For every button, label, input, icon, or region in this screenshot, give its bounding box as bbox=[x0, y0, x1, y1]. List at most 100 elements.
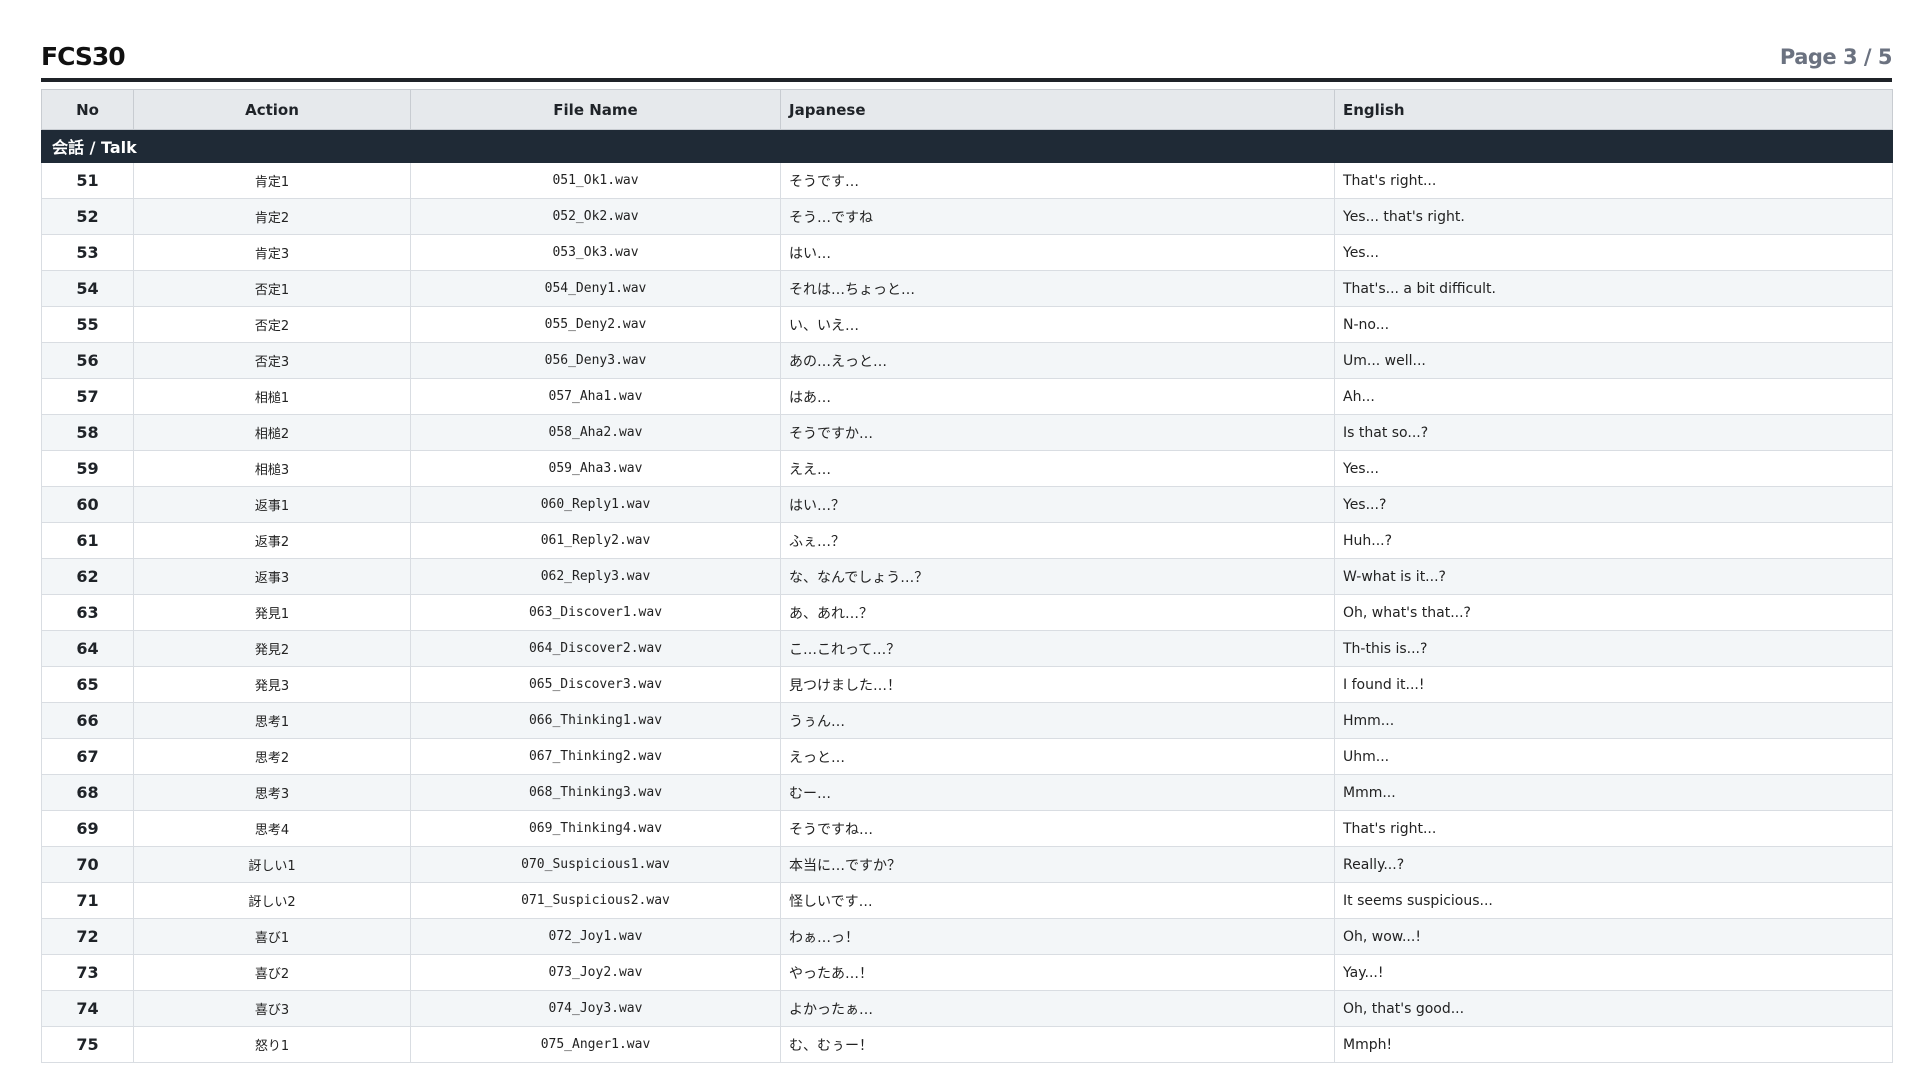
table-row: 66 思考1 066_Thinking1.wav うぅん… Hmm... bbox=[41, 702, 1893, 739]
cell-file-name: 055_Deny2.wav bbox=[410, 306, 781, 343]
cell-file-name: 058_Aha2.wav bbox=[410, 414, 781, 451]
table-row: 73 喜び2 073_Joy2.wav やったあ…！ Yay...! bbox=[41, 954, 1893, 991]
cell-english: Yes...? bbox=[1334, 486, 1893, 523]
cell-english: Yay...! bbox=[1334, 954, 1893, 991]
cell-japanese: 本当に…ですか？ bbox=[780, 846, 1335, 883]
cell-no: 53 bbox=[41, 234, 134, 271]
cell-file-name: 062_Reply3.wav bbox=[410, 558, 781, 595]
cell-file-name: 054_Deny1.wav bbox=[410, 270, 781, 307]
cell-action: 喜び2 bbox=[133, 954, 411, 991]
cell-no: 69 bbox=[41, 810, 134, 847]
cell-english: Uhm... bbox=[1334, 738, 1893, 775]
cell-english: Oh, wow...! bbox=[1334, 918, 1893, 955]
cell-japanese: うぅん… bbox=[780, 702, 1335, 739]
cell-action: 否定3 bbox=[133, 342, 411, 379]
cell-action: 喜び1 bbox=[133, 918, 411, 955]
cell-japanese: そうですね… bbox=[780, 810, 1335, 847]
page-number: Page 3 / 5 bbox=[1779, 45, 1893, 69]
cell-file-name: 074_Joy3.wav bbox=[410, 990, 781, 1027]
cell-japanese: い、いえ… bbox=[780, 306, 1335, 343]
table-row: 72 喜び1 072_Joy1.wav わぁ…っ！ Oh, wow...! bbox=[41, 918, 1893, 955]
cell-no: 54 bbox=[41, 270, 134, 307]
cell-action: 訝しい1 bbox=[133, 846, 411, 883]
cell-file-name: 063_Discover1.wav bbox=[410, 594, 781, 631]
cell-japanese: はい…？ bbox=[780, 486, 1335, 523]
cell-japanese: はい… bbox=[780, 234, 1335, 271]
cell-no: 74 bbox=[41, 990, 134, 1027]
cell-file-name: 073_Joy2.wav bbox=[410, 954, 781, 991]
cell-japanese: あの…えっと… bbox=[780, 342, 1335, 379]
cell-japanese: そう…ですね bbox=[780, 198, 1335, 235]
cell-japanese: よかったぁ… bbox=[780, 990, 1335, 1027]
cell-no: 67 bbox=[41, 738, 134, 775]
table-row: 59 相槌3 059_Aha3.wav ええ… Yes... bbox=[41, 450, 1893, 487]
cell-action: 返事3 bbox=[133, 558, 411, 595]
cell-no: 56 bbox=[41, 342, 134, 379]
cell-file-name: 070_Suspicious1.wav bbox=[410, 846, 781, 883]
column-header-action: Action bbox=[133, 89, 411, 130]
table-row: 74 喜び3 074_Joy3.wav よかったぁ… Oh, that's good..… bbox=[41, 990, 1893, 1027]
table-row: 64 発見2 064_Discover2.wav こ…これって…？ Th-this is… bbox=[41, 630, 1893, 667]
table-row: 56 否定3 056_Deny3.wav あの…えっと… Um... well... bbox=[41, 342, 1893, 379]
voice-list-table: No Action File Name Japanese English 会話 … bbox=[41, 89, 1893, 1063]
table-row: 71 訝しい2 071_Suspicious2.wav 怪しいです… It seems … bbox=[41, 882, 1893, 919]
column-header-file-name: File Name bbox=[410, 89, 781, 130]
cell-file-name: 056_Deny3.wav bbox=[410, 342, 781, 379]
cell-file-name: 060_Reply1.wav bbox=[410, 486, 781, 523]
table-row: 54 否定1 054_Deny1.wav それは…ちょっと… That's... a b… bbox=[41, 270, 1893, 307]
cell-japanese: む、むぅー！ bbox=[780, 1026, 1335, 1063]
cell-english: Really...? bbox=[1334, 846, 1893, 883]
cell-no: 64 bbox=[41, 630, 134, 667]
cell-action: 発見3 bbox=[133, 666, 411, 703]
section-label: 会話 / Talk bbox=[41, 129, 1893, 163]
cell-no: 72 bbox=[41, 918, 134, 955]
cell-english: Is that so...? bbox=[1334, 414, 1893, 451]
cell-no: 66 bbox=[41, 702, 134, 739]
table-row: 68 思考3 068_Thinking3.wav むー… Mmm... bbox=[41, 774, 1893, 811]
cell-action: 否定1 bbox=[133, 270, 411, 307]
cell-japanese: わぁ…っ！ bbox=[780, 918, 1335, 955]
cell-action: 思考2 bbox=[133, 738, 411, 775]
cell-japanese: あ、あれ…？ bbox=[780, 594, 1335, 631]
cell-no: 62 bbox=[41, 558, 134, 595]
cell-japanese: 怪しいです… bbox=[780, 882, 1335, 919]
table-body: 会話 / Talk 51 肯定1 051_Ok1.wav そうです… That's ri… bbox=[41, 129, 1893, 1063]
cell-action: 肯定2 bbox=[133, 198, 411, 235]
cell-file-name: 069_Thinking4.wav bbox=[410, 810, 781, 847]
cell-english: W-what is it...? bbox=[1334, 558, 1893, 595]
table-row: 67 思考2 067_Thinking2.wav えっと… Uhm... bbox=[41, 738, 1893, 775]
cell-action: 返事1 bbox=[133, 486, 411, 523]
document-page: FCS30 Page 3 / 5 No Action File Name Jap… bbox=[0, 0, 1920, 1080]
cell-english: Yes... bbox=[1334, 450, 1893, 487]
cell-no: 70 bbox=[41, 846, 134, 883]
cell-action: 相槌2 bbox=[133, 414, 411, 451]
cell-action: 相槌1 bbox=[133, 378, 411, 415]
table-row: 57 相槌1 057_Aha1.wav はあ… Ah... bbox=[41, 378, 1893, 415]
cell-no: 59 bbox=[41, 450, 134, 487]
cell-english: Mmph! bbox=[1334, 1026, 1893, 1063]
cell-action: 肯定3 bbox=[133, 234, 411, 271]
table-row: 69 思考4 069_Thinking4.wav そうですね… That's right… bbox=[41, 810, 1893, 847]
cell-english: It seems suspicious... bbox=[1334, 882, 1893, 919]
cell-japanese: ええ… bbox=[780, 450, 1335, 487]
cell-no: 65 bbox=[41, 666, 134, 703]
cell-english: Um... well... bbox=[1334, 342, 1893, 379]
cell-action: 相槌3 bbox=[133, 450, 411, 487]
table-row: 52 肯定2 052_Ok2.wav そう…ですね Yes... that's righ… bbox=[41, 198, 1893, 235]
cell-japanese: はあ… bbox=[780, 378, 1335, 415]
cell-action: 怒り1 bbox=[133, 1026, 411, 1063]
cell-english: That's right... bbox=[1334, 810, 1893, 847]
table-header: No Action File Name Japanese English bbox=[41, 89, 1893, 130]
section-row: 会話 / Talk bbox=[41, 129, 1893, 163]
cell-english: Oh, what's that...? bbox=[1334, 594, 1893, 631]
column-header-no: No bbox=[41, 89, 134, 130]
table-row: 58 相槌2 058_Aha2.wav そうですか… Is that so...? bbox=[41, 414, 1893, 451]
cell-no: 52 bbox=[41, 198, 134, 235]
table-row: 63 発見1 063_Discover1.wav あ、あれ…？ Oh, what's t… bbox=[41, 594, 1893, 631]
cell-japanese: 見つけました…！ bbox=[780, 666, 1335, 703]
cell-japanese: むー… bbox=[780, 774, 1335, 811]
cell-japanese: そうですか… bbox=[780, 414, 1335, 451]
table-row: 62 返事3 062_Reply3.wav な、なんでしょう…？ W-what is i… bbox=[41, 558, 1893, 595]
cell-japanese: やったあ…！ bbox=[780, 954, 1335, 991]
cell-english: Yes... that's right. bbox=[1334, 198, 1893, 235]
